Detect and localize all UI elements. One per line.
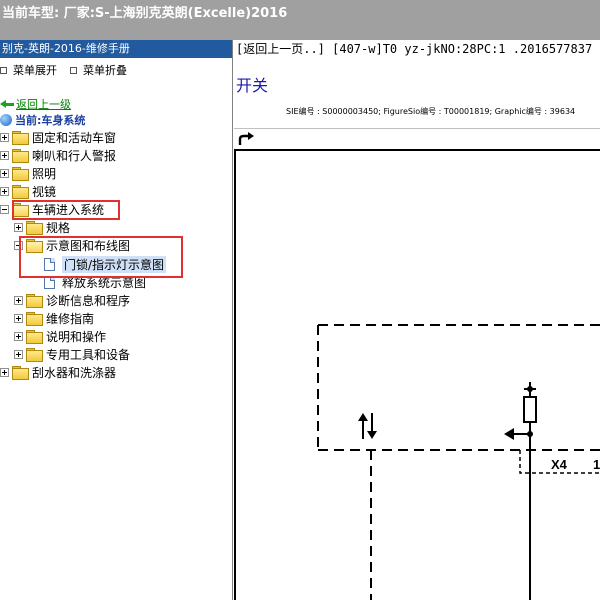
menu-collapse-label: 菜单折叠 — [83, 64, 127, 77]
content-panel: [返回上一页..] [407-w]T0 yz-jkNO:28PC:1 .2016… — [234, 40, 600, 600]
open-folder-icon — [12, 203, 29, 217]
tree-item-label: 示意图和布线图 — [46, 238, 131, 253]
wiring-diagram: X4 1 — [317, 324, 600, 600]
document-icon — [44, 275, 55, 289]
tree-item-door-lock-indicator-schematic[interactable]: 门锁/指示灯示意图 — [44, 255, 167, 273]
expand-plus-icon[interactable] — [14, 222, 23, 232]
folder-icon — [12, 167, 29, 181]
folder-icon — [12, 131, 29, 145]
section-title: 开关 — [236, 76, 269, 95]
tree-item-label: 视镜 — [32, 184, 57, 199]
menu-expand-button[interactable]: 菜单展开 — [0, 62, 57, 78]
document-icon — [44, 257, 55, 271]
folder-icon — [12, 149, 29, 163]
expand-plus-icon[interactable] — [0, 367, 9, 377]
tree-item-description-operation[interactable]: 说明和操作 — [14, 328, 106, 344]
tree-item-label: 车辆进入系统 — [32, 202, 105, 217]
tree-item-mirrors[interactable]: 视镜 — [0, 183, 56, 199]
tree-item-wipers-washers[interactable]: 刮水器和洗涤器 — [0, 364, 116, 380]
tree-item-label: 释放系统示意图 — [62, 275, 147, 290]
tree-item-label: 维修指南 — [46, 311, 95, 326]
connector-label: X4 — [551, 457, 568, 472]
tree-item-label: 刮水器和洗涤器 — [32, 365, 117, 380]
folder-icon — [12, 366, 29, 380]
tree-item-schematics-wiring[interactable]: 示意图和布线图 — [14, 237, 130, 253]
curved-arrow-icon[interactable] — [237, 132, 255, 146]
tree-item-release-system-schematic[interactable]: 释放系统示意图 — [44, 274, 146, 290]
expand-plus-icon[interactable] — [14, 349, 23, 359]
tree-item-label: 诊断信息和程序 — [46, 293, 131, 308]
page-navigation-line[interactable]: [返回上一页..] [407-w]T0 yz-jkNO:28PC:1 .2016… — [236, 40, 592, 57]
tree-item-label: 规格 — [46, 220, 71, 235]
folder-icon — [26, 348, 43, 362]
up-down-arrows-icon — [358, 413, 377, 439]
expand-plus-icon[interactable] — [0, 168, 9, 178]
current-location-label: 当前:车身系统 — [15, 114, 86, 127]
folder-icon — [26, 221, 43, 235]
tree-item-horns-pedestrian-alert[interactable]: 喇叭和行人警报 — [0, 147, 116, 163]
back-link-label: 返回上一级 — [16, 98, 71, 111]
back-to-parent-link[interactable]: 返回上一级 — [0, 96, 71, 112]
globe-icon — [0, 114, 12, 126]
collapse-icon — [70, 66, 77, 74]
expand-plus-icon[interactable] — [0, 132, 9, 142]
tree-item-vehicle-access[interactable]: 车辆进入系统 — [0, 201, 104, 217]
green-left-arrow-icon — [0, 99, 14, 109]
manual-title: 别克-英朗-2016-维修手册 — [0, 40, 232, 58]
diagram-toolbar — [234, 129, 600, 151]
tree-item-label: 说明和操作 — [46, 329, 107, 344]
tree-item-diagnostics[interactable]: 诊断信息和程序 — [14, 292, 130, 308]
menu-collapse-button[interactable]: 菜单折叠 — [70, 62, 127, 78]
tree-item-label: 门锁/指示灯示意图 — [62, 255, 167, 273]
document-meta: SIE编号 : S0000003450; FigureSio编号 : T0000… — [286, 107, 576, 116]
tree-item-label: 固定和活动车窗 — [32, 130, 117, 145]
window-title-bar: 当前车型: 厂家:S-上海别克英朗(Excelle)2016 — [0, 0, 600, 40]
tree-item-specifications[interactable]: 规格 — [14, 219, 70, 235]
folder-icon — [26, 312, 43, 326]
tree-item-label: 照明 — [32, 166, 57, 181]
expand-plus-icon[interactable] — [14, 295, 23, 305]
expand-plus-icon[interactable] — [0, 150, 9, 160]
left-navigation-panel: 别克-英朗-2016-维修手册 菜单展开 菜单折叠 返回上一级 当前:车身系统 … — [0, 40, 233, 600]
collapse-minus-icon[interactable] — [14, 240, 23, 250]
menu-expand-label: 菜单展开 — [13, 64, 57, 77]
expand-plus-icon[interactable] — [0, 186, 9, 196]
collapse-minus-icon[interactable] — [0, 204, 9, 214]
tree-item-special-tools[interactable]: 专用工具和设备 — [14, 346, 130, 362]
current-location: 当前:车身系统 — [0, 112, 85, 128]
open-folder-icon — [26, 239, 43, 253]
tree-item-lighting[interactable]: 照明 — [0, 165, 56, 181]
pin-label: 1 — [593, 457, 600, 472]
window-title: 当前车型: 厂家:S-上海别克英朗(Excelle)2016 — [2, 6, 288, 21]
folder-icon — [26, 330, 43, 344]
expand-icon — [0, 66, 7, 74]
switch-component — [504, 382, 537, 600]
tree-item-fixed-movable-windows[interactable]: 固定和活动车窗 — [0, 129, 116, 145]
folder-icon — [26, 294, 43, 308]
tree-item-repair-guide[interactable]: 维修指南 — [14, 310, 94, 326]
expand-plus-icon[interactable] — [14, 331, 23, 341]
tree-item-label: 专用工具和设备 — [46, 347, 131, 362]
wiring-diagram-area: X4 1 — [234, 151, 600, 600]
expand-plus-icon[interactable] — [14, 313, 23, 323]
folder-icon — [12, 185, 29, 199]
tree-item-label: 喇叭和行人警报 — [32, 148, 117, 163]
